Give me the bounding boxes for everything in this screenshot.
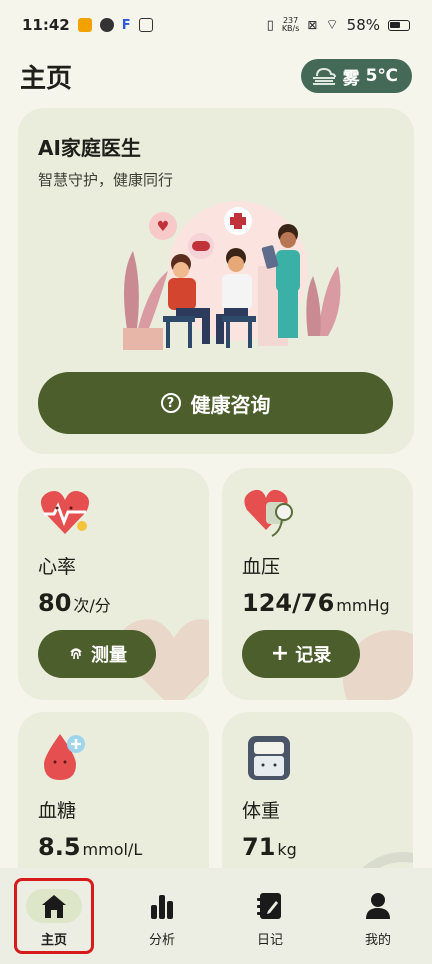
net-speed: 237 KB/s — [281, 16, 300, 33]
header: 主页 雾 5℃ — [0, 52, 432, 100]
question-circle-icon: ? — [160, 393, 181, 413]
fingerprint-icon — [70, 648, 82, 660]
wifi-icon: ⌔ — [325, 17, 339, 33]
value-number: 8.5 — [38, 833, 81, 861]
value-unit: kg — [277, 840, 297, 859]
nav-label: 日记 — [256, 932, 283, 948]
status-time: 11:42 — [22, 16, 70, 34]
heart-rate-icon — [40, 491, 90, 534]
status-bar: 11:42 F ▯ 237 KB/s ⊠ ⌔ 58% — [0, 0, 432, 50]
bar-chart-icon — [151, 894, 173, 919]
nav-label: 主页 — [40, 932, 67, 948]
nav-pill — [350, 889, 406, 923]
flash-app-icon: F — [121, 17, 131, 33]
doctor-consultation-illustration: ♥ — [123, 201, 341, 350]
nav-item-home[interactable]: 主页 — [14, 879, 94, 948]
nav-item-diary[interactable]: 日记 — [230, 879, 310, 948]
blood-pressure-card[interactable]: 血压 124/76 mmHg + 记录 — [222, 468, 413, 700]
plus-icon: + — [270, 641, 290, 666]
card-title: 心率 — [38, 556, 77, 578]
page-title: 主页 — [20, 63, 73, 94]
no-sim-icon: ⊠ — [307, 18, 318, 32]
measure-button[interactable]: 测量 — [38, 630, 156, 678]
record-label: 记录 — [295, 645, 332, 666]
profile-icon — [366, 892, 390, 919]
nav-label: 我的 — [364, 932, 391, 948]
battery-percentage: 58% — [346, 16, 380, 34]
card-title: 血糖 — [38, 800, 77, 822]
app-notification-icon — [99, 18, 114, 32]
fog-icon — [312, 67, 336, 85]
weather-condition: 雾 — [342, 68, 360, 89]
notebook-icon — [257, 892, 281, 919]
scale-icon — [248, 736, 290, 780]
ai-doctor-card[interactable]: AI家庭医生 智慧守护，健康同行 ♥ ? 健康咨询 — [18, 108, 414, 454]
bottom-navigation: 主页 分析 日记 我的 — [0, 868, 432, 964]
nav-item-profile[interactable]: 我的 — [338, 879, 418, 948]
hero-title: AI家庭医生 — [38, 136, 141, 160]
value-number: 71 — [242, 833, 276, 861]
vibrate-icon: ▯ — [266, 17, 274, 33]
record-button[interactable]: + 记录 — [242, 630, 360, 678]
value-unit: 次/分 — [73, 596, 111, 615]
value-number: 80 — [38, 589, 72, 617]
battery-icon — [388, 19, 410, 31]
card-title: 体重 — [242, 800, 281, 822]
card-title: 血压 — [242, 556, 281, 578]
heart-rate-card[interactable]: 心率 80 次/分 测量 — [18, 468, 209, 700]
measure-label: 测量 — [91, 645, 127, 666]
video-app-icon — [77, 18, 92, 32]
health-consult-label: 健康咨询 — [190, 392, 271, 417]
nav-pill — [26, 888, 82, 923]
home-icon — [42, 894, 66, 918]
blood-drop-icon — [44, 734, 85, 780]
app-notification-icon-2 — [138, 18, 153, 32]
nav-item-analysis[interactable]: 分析 — [122, 879, 202, 948]
health-consult-button[interactable]: ? 健康咨询 — [38, 372, 393, 434]
nav-label: 分析 — [148, 932, 175, 948]
hero-subtitle: 智慧守护，健康同行 — [38, 171, 174, 189]
nav-pill — [134, 889, 190, 923]
nav-pill — [242, 889, 298, 923]
svg-text:♥: ♥ — [157, 219, 170, 235]
weather-temperature: 5℃ — [365, 66, 398, 86]
blood-pressure-icon — [244, 489, 293, 537]
weather-chip[interactable]: 雾 5℃ — [300, 59, 412, 93]
